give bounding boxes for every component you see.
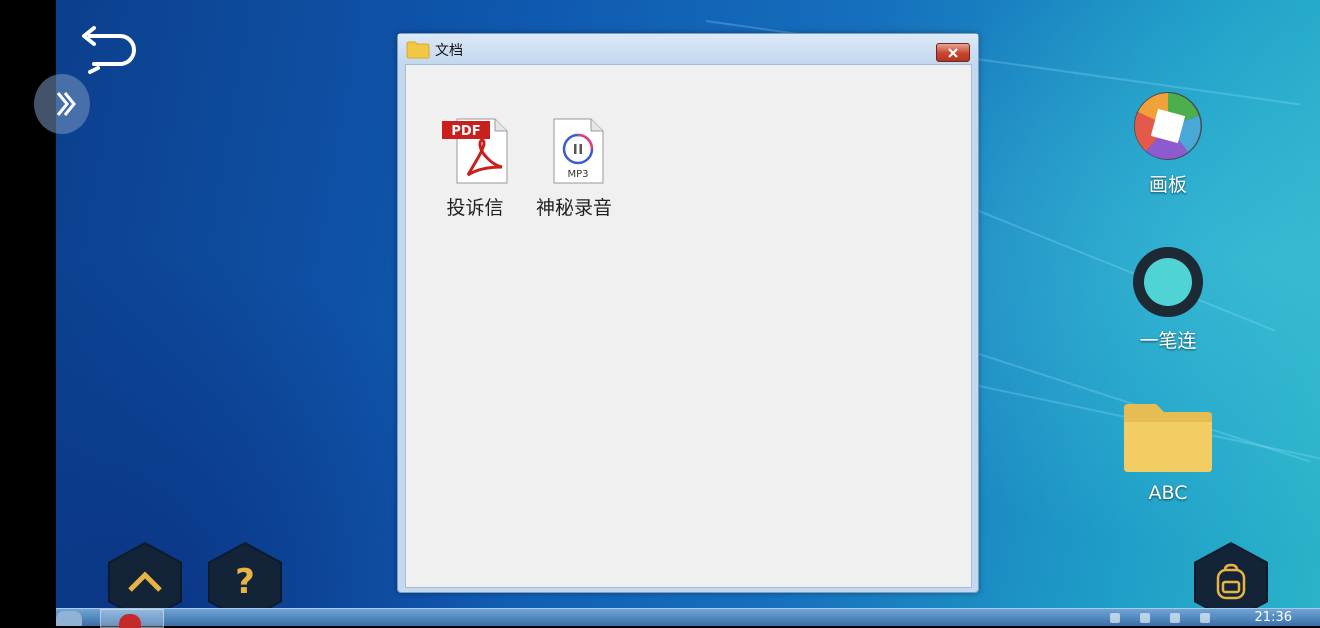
file-explorer-window: 文档 PDF 投诉信 MP3 神秘录音 [397, 33, 979, 593]
help-label: ? [235, 562, 255, 602]
file-name: 神秘录音 [535, 197, 612, 219]
file-item-mp3[interactable]: MP3 神秘录音 [526, 117, 622, 220]
taskbar-app-item[interactable] [100, 609, 164, 628]
double-chevron-right-icon [56, 92, 76, 116]
mp3-file-icon: MP3 [553, 118, 604, 184]
file-name: 投诉信 [446, 197, 504, 219]
svg-text:PDF: PDF [451, 124, 480, 139]
tray-icon[interactable] [1140, 613, 1150, 623]
one-stroke-app-icon [1133, 247, 1203, 317]
taskbar: 21:36 [56, 608, 1320, 628]
desktop-icon-one-stroke[interactable]: 一笔连 [1113, 246, 1223, 353]
window-content-area: PDF 投诉信 MP3 神秘录音 [405, 64, 972, 588]
tray-icon[interactable] [1200, 613, 1210, 623]
desktop-icon-paint[interactable]: 画板 [1113, 90, 1223, 197]
pdf-file-icon: PDF [442, 118, 508, 184]
desktop-icon-abc-folder[interactable]: ABC [1113, 402, 1223, 504]
chevron-up-icon [128, 571, 162, 592]
file-item-pdf[interactable]: PDF 投诉信 [427, 117, 523, 220]
start-button[interactable] [56, 611, 82, 626]
taskbar-clock: 21:36 [1254, 610, 1292, 625]
desktop-icon-label: ABC [1148, 482, 1188, 504]
tray-icon[interactable] [1170, 613, 1180, 623]
folder-icon [1124, 404, 1212, 472]
palette-app-icon [1134, 92, 1202, 160]
window-title: 文档 [435, 43, 463, 59]
window-titlebar[interactable]: 文档 [398, 34, 978, 64]
backpack-icon [1216, 563, 1246, 600]
folder-icon [406, 41, 430, 59]
back-arrow-icon [82, 26, 136, 74]
close-button[interactable] [936, 43, 970, 62]
tray-icon[interactable] [1110, 613, 1120, 623]
back-button[interactable] [80, 24, 140, 76]
expand-panel-button[interactable] [34, 74, 90, 134]
svg-text:MP3: MP3 [567, 169, 588, 180]
desktop-icon-label: 画板 [1148, 174, 1187, 196]
app-icon [119, 614, 141, 628]
desktop-icon-label: 一笔连 [1139, 330, 1197, 352]
close-icon [948, 47, 958, 58]
